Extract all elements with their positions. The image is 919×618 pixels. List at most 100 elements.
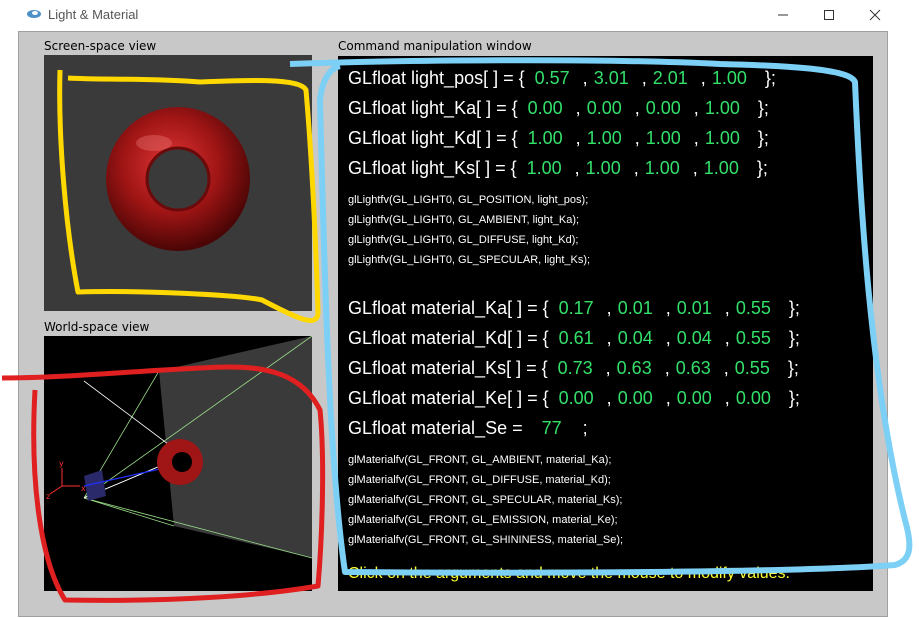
light-row: GLfloat light_Ka[ ] = {0.00 , 0.00 , 0.00 …: [348, 98, 769, 119]
material-value[interactable]: 0.17: [559, 298, 594, 318]
light-value[interactable]: 1.00: [587, 128, 622, 148]
code-call-line: glMaterialfv(GL_FRONT, GL_DIFFUSE, mater…: [348, 474, 611, 486]
material-value[interactable]: 0.55: [736, 298, 771, 318]
material-value[interactable]: 0.04: [677, 328, 712, 348]
shininess-row: GLfloat material_Se = 77 ;: [348, 418, 588, 439]
minimize-button[interactable]: [760, 0, 806, 30]
material-row-prefix: GLfloat material_Ke[ ] = {: [348, 388, 549, 408]
light-row-prefix: GLfloat light_Kd[ ] = {: [348, 128, 518, 148]
light-value[interactable]: 1.00: [705, 98, 740, 118]
material-value[interactable]: 0.55: [735, 358, 770, 378]
comma-separator: ,: [719, 298, 730, 318]
code-call-line: glLightfv(GL_LIGHT0, GL_SPECULAR, light_…: [348, 254, 591, 266]
material-value[interactable]: 0.73: [558, 358, 593, 378]
screen-space-view[interactable]: [44, 55, 312, 311]
comma-separator: ,: [570, 128, 581, 148]
code-call-line: glMaterialfv(GL_FRONT, GL_SHININESS, mat…: [348, 534, 624, 546]
material-row: GLfloat material_Ks[ ] = {0.73 , 0.63 , 0.…: [348, 358, 799, 379]
light-value[interactable]: 0.57: [535, 68, 570, 88]
light-value[interactable]: 0.00: [587, 98, 622, 118]
comma-separator: ,: [629, 98, 640, 118]
material-value[interactable]: 0.00: [618, 388, 653, 408]
world-space-view[interactable]: y x z: [44, 335, 313, 591]
comma-separator: ,: [719, 388, 730, 408]
material-value[interactable]: 0.55: [736, 328, 771, 348]
material-row: GLfloat material_Ka[ ] = { 0.17 , 0.01 , 0.…: [348, 298, 800, 319]
window-title: Light & Material: [48, 7, 139, 22]
app-window: Light & Material Screen-space view World…: [0, 0, 919, 618]
close-icon: [869, 9, 881, 21]
light-value[interactable]: 0.00: [646, 98, 681, 118]
axis-z-label: z: [46, 492, 50, 501]
light-row: GLfloat light_pos[ ] = {0.57 , 3.01 , 2.01…: [348, 68, 776, 89]
app-logo-icon: [27, 10, 41, 18]
comma-separator: ,: [659, 358, 670, 378]
light-row-suffix: };: [764, 68, 776, 88]
comma-separator: ,: [577, 68, 588, 88]
material-row: GLfloat material_Kd[ ] = { 0.61 , 0.04 , 0.…: [348, 328, 800, 349]
code-call-line: glMaterialfv(GL_FRONT, GL_EMISSION, mate…: [348, 514, 618, 526]
material-value[interactable]: 0.61: [559, 328, 594, 348]
material-value[interactable]: 0.00: [736, 388, 771, 408]
comma-separator: ,: [629, 128, 640, 148]
material-row-suffix: };: [788, 328, 800, 348]
shininess-suffix: ;: [582, 418, 588, 438]
material-value[interactable]: 0.63: [617, 358, 652, 378]
light-value[interactable]: 1.00: [704, 158, 739, 178]
material-row-suffix: };: [787, 358, 799, 378]
material-value[interactable]: 0.01: [677, 298, 712, 318]
title-bar[interactable]: Light & Material: [0, 0, 919, 30]
material-row-prefix: GLfloat material_Ka[ ] = {: [348, 298, 549, 318]
comma-separator: ,: [718, 358, 729, 378]
light-value[interactable]: 0.00: [528, 98, 563, 118]
shininess-value[interactable]: 77: [542, 418, 562, 438]
code-call-line: glLightfv(GL_LIGHT0, GL_POSITION, light_…: [348, 194, 589, 206]
maximize-icon: [824, 10, 834, 20]
comma-separator: ,: [695, 68, 706, 88]
comma-separator: ,: [601, 388, 612, 408]
code-call-line: glMaterialfv(GL_FRONT, GL_SPECULAR, mate…: [348, 494, 623, 506]
light-value[interactable]: 1.00: [646, 128, 681, 148]
command-window[interactable]: GLfloat light_pos[ ] = {0.57 , 3.01 , 2.01…: [338, 56, 873, 591]
comma-separator: ,: [719, 328, 730, 348]
light-value[interactable]: 1.00: [527, 158, 562, 178]
light-value[interactable]: 1.00: [586, 158, 621, 178]
command-window-label: Command manipulation window: [338, 39, 532, 53]
material-row-prefix: GLfloat material_Kd[ ] = {: [348, 328, 549, 348]
light-row: GLfloat light_Kd[ ] = {1.00 , 1.00 , 1.00 …: [348, 128, 769, 149]
minimize-icon: [778, 14, 788, 16]
screen-view-label: Screen-space view: [44, 39, 157, 53]
light-value[interactable]: 1.00: [528, 128, 563, 148]
material-value[interactable]: 0.00: [559, 388, 594, 408]
light-row-suffix: };: [756, 158, 768, 178]
light-value[interactable]: 1.00: [705, 128, 740, 148]
light-row-suffix: };: [757, 98, 769, 118]
light-value[interactable]: 1.00: [712, 68, 747, 88]
material-value[interactable]: 0.63: [676, 358, 711, 378]
close-button[interactable]: [852, 0, 898, 30]
material-value[interactable]: 0.04: [618, 328, 653, 348]
light-row-prefix: GLfloat light_Ks[ ] = {: [348, 158, 517, 178]
light-value[interactable]: 2.01: [653, 68, 688, 88]
comma-separator: ,: [601, 298, 612, 318]
material-value[interactable]: 0.00: [677, 388, 712, 408]
material-value[interactable]: 0.01: [618, 298, 653, 318]
torus-render: [106, 107, 250, 251]
comma-separator: ,: [628, 158, 639, 178]
comma-separator: ,: [600, 358, 611, 378]
light-value[interactable]: 3.01: [594, 68, 629, 88]
world-view-label: World-space view: [44, 320, 150, 334]
comma-separator: ,: [660, 298, 671, 318]
comma-separator: ,: [601, 328, 612, 348]
code-call-line: glLightfv(GL_LIGHT0, GL_DIFFUSE, light_K…: [348, 234, 579, 246]
axis-y-label: y: [59, 459, 64, 468]
comma-separator: ,: [636, 68, 647, 88]
comma-separator: ,: [687, 158, 698, 178]
maximize-button[interactable]: [806, 0, 852, 30]
comma-separator: ,: [570, 98, 581, 118]
world-scene: y x z: [46, 335, 313, 559]
light-row-prefix: GLfloat light_Ka[ ] = {: [348, 98, 518, 118]
light-value[interactable]: 1.00: [645, 158, 680, 178]
comma-separator: ,: [660, 328, 671, 348]
material-row: GLfloat material_Ke[ ] = { 0.00 , 0.00 , 0.…: [348, 388, 800, 409]
